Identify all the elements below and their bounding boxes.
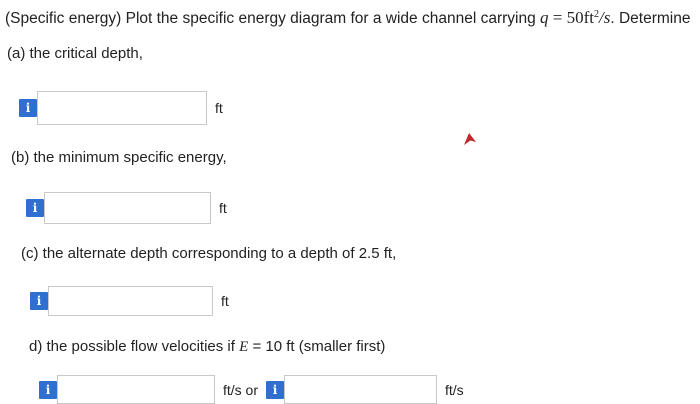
mouse-pointer-icon [464,133,476,145]
part-a-label: (a) the critical depth, [7,45,143,62]
part-d-unit-second: ft/s [445,381,464,398]
part-b-unit: ft [219,200,227,216]
info-badge-icon[interactable]: i [26,199,44,217]
critical-depth-input[interactable] [37,91,207,125]
problem-tail: . Determine [610,10,691,27]
part-d-answer-row: i ft/s or i ft/s [39,375,464,404]
info-badge-icon[interactable]: i [39,380,57,399]
alternate-depth-input[interactable] [48,286,213,316]
velocity-smaller-input[interactable] [57,375,215,404]
part-d-label: d) the possible flow velocities if E = 1… [29,338,386,355]
problem-statement: (Specific energy) Plot the specific ener… [5,8,690,28]
part-c-label: (c) the alternate depth corresponding to… [21,245,397,262]
minimum-specific-energy-input[interactable] [44,192,211,224]
part-c-answer-row: i ft [30,286,229,316]
part-d-unit-first: ft/s or [223,381,259,398]
part-a-answer-row: i ft [19,91,223,125]
part-c-unit: ft [221,293,229,309]
info-badge-icon[interactable]: i [19,99,37,117]
flow-rate-expression: q = 50ft2/s [540,8,611,27]
velocity-larger-input[interactable] [284,375,438,404]
part-a-unit: ft [215,100,223,116]
problem-intro: (Specific energy) Plot the specific ener… [5,10,541,27]
part-b-label: (b) the minimum specific energy, [11,149,227,166]
info-badge-icon[interactable]: i [266,380,285,399]
part-b-answer-row: i ft [26,192,227,224]
info-badge-icon[interactable]: i [30,292,48,310]
